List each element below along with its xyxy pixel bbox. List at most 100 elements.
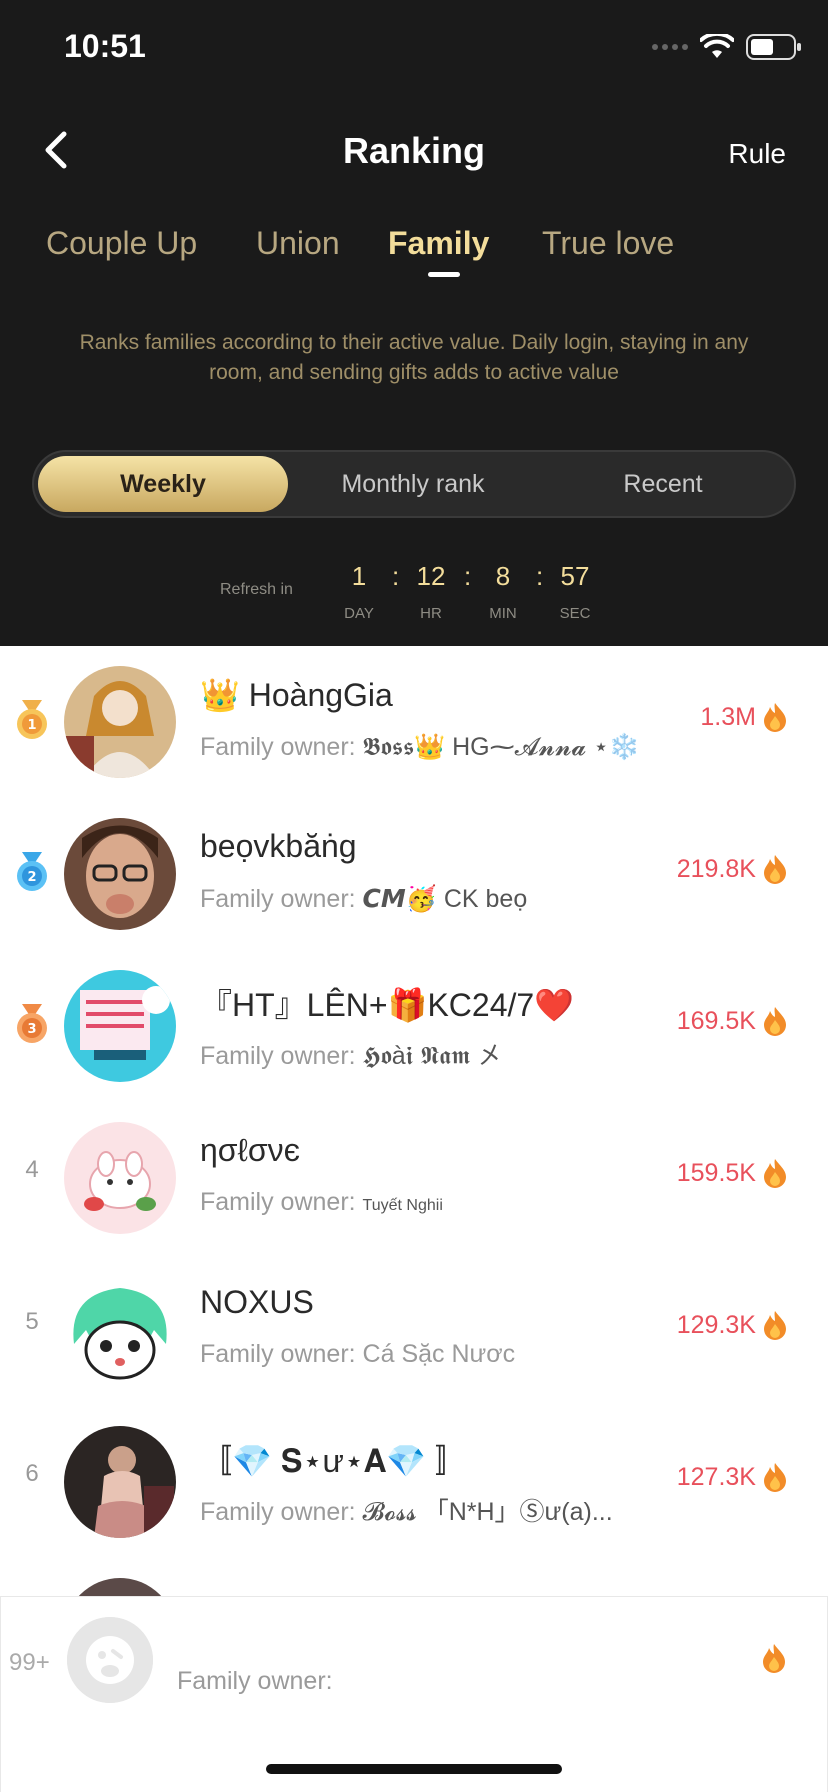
- flame-icon: [764, 1463, 786, 1492]
- my-rank-number: 99+: [9, 1649, 50, 1676]
- family-name: ησℓσνє: [200, 1132, 300, 1168]
- my-family-rank[interactable]: 99+ Family owner:: [0, 1596, 828, 1792]
- family-owner: Family owner: 𝓑𝓸𝓼𝓼 「N*H」Ⓢư(a)...: [200, 1492, 613, 1528]
- owner-prefix: Family owner:: [200, 885, 356, 913]
- avatar[interactable]: [64, 1274, 176, 1386]
- owner-prefix: Family owner:: [200, 1042, 356, 1070]
- list-item[interactable]: 5 NOXUS Family owner: Cá Sặc Nươc 129.3K: [0, 1254, 828, 1406]
- active-value-text: 1.3M: [700, 702, 756, 731]
- countdown-hr-unit: HR: [420, 605, 442, 622]
- owner-prefix: Family owner:: [200, 1188, 356, 1216]
- family-owner: Family owner: 𝕳𝖔à𝖎 𝕹𝖆𝖒 㐅: [200, 1036, 502, 1072]
- tab-indicator: [428, 272, 460, 277]
- header-area: 10:51 Ranking Rule Couple Up Union Famil…: [0, 0, 828, 646]
- active-value: 219.8K: [677, 854, 788, 884]
- owner-name: 𝘾𝙈🥳 CK beọ: [362, 885, 528, 913]
- status-icons: [652, 34, 801, 60]
- avatar[interactable]: [64, 1122, 176, 1234]
- avatar[interactable]: [64, 1578, 176, 1598]
- avatar[interactable]: [64, 1426, 176, 1538]
- avatar[interactable]: [64, 970, 176, 1082]
- family-owner: Family owner: Tuyết Nghii: [200, 1188, 443, 1217]
- countdown-day: 1: [351, 561, 367, 591]
- my-family-owner: Family owner:: [177, 1667, 333, 1695]
- tab-family[interactable]: Family: [388, 225, 489, 262]
- owner-name: Cá Sặc Nươc: [362, 1340, 516, 1368]
- active-value: 159.5K: [677, 1158, 788, 1188]
- active-value-text: 127.3K: [676, 1462, 756, 1491]
- wifi-icon: [700, 34, 734, 58]
- ranking-description: Ranks families according to their active…: [79, 331, 749, 384]
- period-segment: Weekly Monthly rank Recent: [32, 450, 796, 518]
- monthly-rank-button[interactable]: Monthly rank: [288, 456, 538, 512]
- silver-medal-icon: 2: [17, 852, 47, 891]
- recent-button[interactable]: Recent: [538, 456, 788, 512]
- active-value-text: 129.3K: [676, 1310, 756, 1339]
- rank-number: 5: [25, 1308, 39, 1335]
- tab-union[interactable]: Union: [256, 225, 340, 262]
- avatar[interactable]: [64, 666, 176, 778]
- gold-medal-icon: 1: [17, 700, 47, 739]
- countdown-sec-unit: SEC: [559, 605, 591, 622]
- refresh-countdown: Refresh in 1 : 12 : 8 : 57 DAY HR MIN SE…: [0, 555, 828, 625]
- rank-number: 4: [25, 1156, 39, 1183]
- my-avatar[interactable]: [67, 1617, 153, 1703]
- countdown-separator: :: [536, 561, 544, 591]
- countdown-min-unit: MIN: [489, 605, 517, 622]
- countdown-min: 8: [495, 561, 511, 591]
- active-value-text: 219.8K: [676, 854, 756, 883]
- weekly-button[interactable]: Weekly: [38, 456, 288, 512]
- svg-text:2: 2: [27, 870, 36, 885]
- family-owner: Family owner: Cá Sặc Nươc: [200, 1340, 515, 1369]
- family-name: NOXUS: [200, 1284, 314, 1320]
- owner-prefix: Family owner:: [200, 733, 356, 761]
- tab-true-love[interactable]: True love: [542, 225, 674, 262]
- rule-button[interactable]: Rule: [728, 138, 786, 170]
- countdown-separator: :: [392, 561, 400, 591]
- tab-couple-up[interactable]: Couple Up: [46, 225, 197, 262]
- flame-icon: [764, 1007, 786, 1036]
- active-value: 127.3K: [677, 1462, 788, 1492]
- owner-name: Tuyết Nghii: [362, 1197, 443, 1214]
- list-item[interactable]: 3 『HT』LÊN+🎁KC24/7❤️ Family owner: 𝕳𝖔à𝖎 𝕹…: [0, 950, 828, 1102]
- list-item[interactable]: 6 〚💎 𝐒⋆ư⋆𝐀💎 〛 Family owner: 𝓑𝓸𝓼𝓼 「N*H」Ⓢư…: [0, 1406, 828, 1558]
- active-value: 1.3M: [700, 702, 788, 732]
- countdown-hr: 12: [416, 561, 446, 591]
- owner-name: 𝕭𝖔𝖘𝖘👑 HG⁓𝓐𝓷𝓷𝓪 ⋆❄️: [362, 733, 641, 761]
- flame-icon: [764, 855, 786, 884]
- countdown-sec: 57: [560, 561, 590, 591]
- flame-icon: [764, 1311, 786, 1340]
- family-name: 〚💎 𝐒⋆ư⋆𝐀💎 〛: [200, 1443, 468, 1479]
- list-item[interactable]: 2 beọvkbăṅg Family owner: 𝘾𝙈🥳 CK beọ 219…: [0, 798, 828, 950]
- list-item[interactable]: 4 ησℓσνє Family owner: Tuyết Nghii 159.5…: [0, 1102, 828, 1254]
- family-owner: Family owner: 𝕭𝖔𝖘𝖘👑 HG⁓𝓐𝓷𝓷𝓪 ⋆❄️: [200, 732, 640, 762]
- countdown-day-unit: DAY: [344, 605, 374, 622]
- active-value-text: 159.5K: [676, 1158, 756, 1187]
- family-name: beọvkbăṅg: [200, 828, 357, 864]
- owner-name: 𝕳𝖔à𝖎 𝕹𝖆𝖒 㐅: [362, 1042, 503, 1070]
- refresh-label: Refresh in: [220, 581, 293, 598]
- owner-name: 𝓑𝓸𝓼𝓼 「N*H」Ⓢư(a)...: [362, 1498, 613, 1526]
- svg-text:1: 1: [27, 718, 36, 733]
- list-item[interactable]: [0, 1558, 828, 1598]
- bronze-medal-icon: 3: [17, 1004, 47, 1043]
- tab-bar: Couple Up Union Family True love: [0, 225, 828, 285]
- owner-prefix: Family owner:: [200, 1340, 356, 1368]
- battery-icon: [746, 34, 801, 60]
- flame-icon: [764, 1159, 786, 1188]
- home-indicator[interactable]: [266, 1764, 562, 1774]
- flame-icon: [763, 1644, 785, 1673]
- page-title: Ranking: [342, 130, 485, 171]
- active-value: 169.5K: [677, 1006, 788, 1036]
- signal-icon: [652, 44, 688, 50]
- family-owner: Family owner: 𝘾𝙈🥳 CK beọ: [200, 884, 527, 914]
- flame-icon: [764, 703, 786, 732]
- owner-prefix: Family owner:: [200, 1498, 356, 1526]
- svg-text:3: 3: [27, 1022, 36, 1037]
- list-item[interactable]: 1 👑 HoàngGia Family owner: 𝕭𝖔𝖘𝖘👑 HG⁓𝓐𝓷𝓷𝓪…: [0, 646, 828, 798]
- rank-number: 6: [25, 1460, 39, 1487]
- active-value: 129.3K: [677, 1310, 788, 1340]
- status-time: 10:51: [64, 28, 146, 64]
- family-name: 『HT』LÊN+🎁KC24/7❤️: [200, 987, 575, 1023]
- avatar[interactable]: [64, 818, 176, 930]
